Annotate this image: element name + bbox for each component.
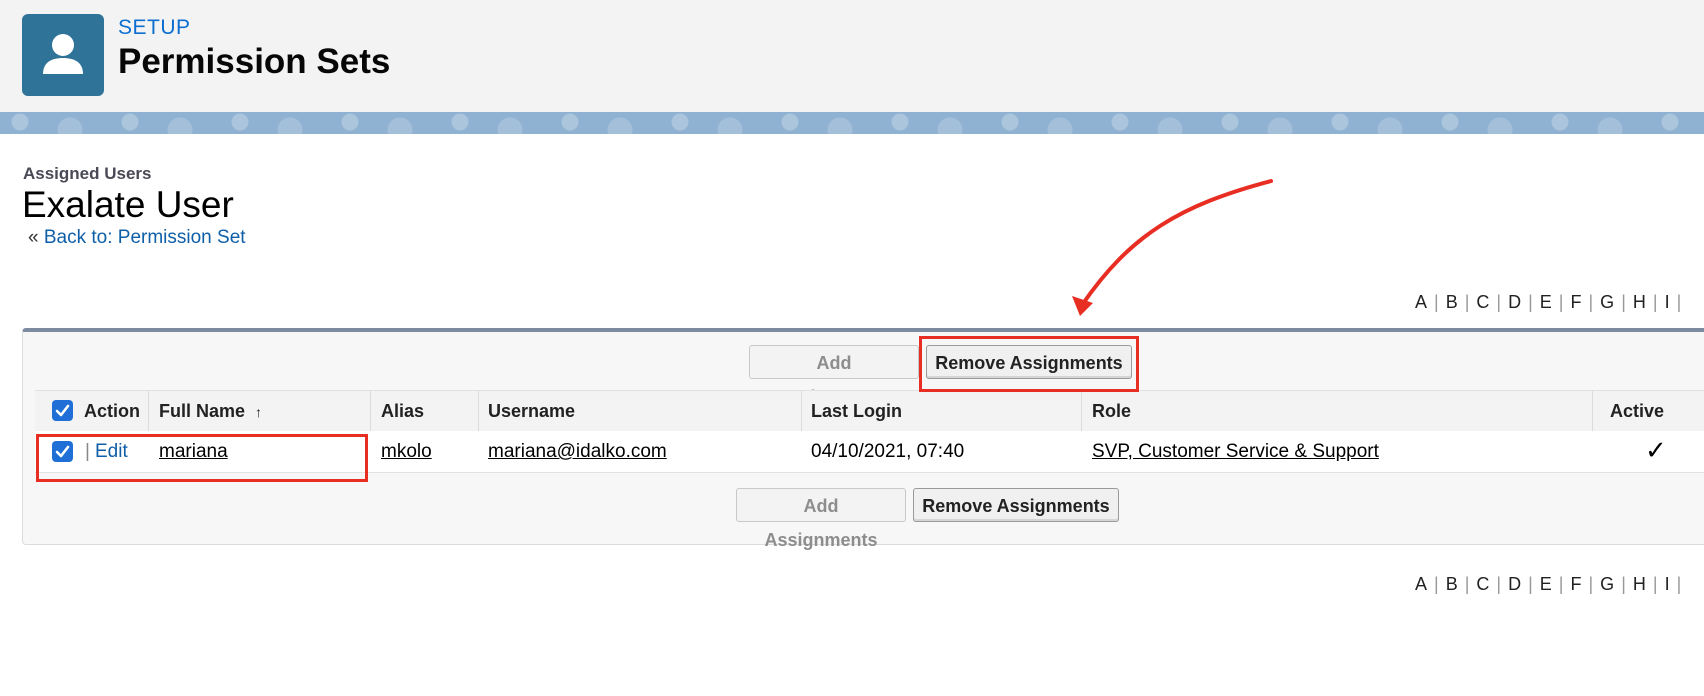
annotation-arrow-icon <box>1072 179 1273 316</box>
